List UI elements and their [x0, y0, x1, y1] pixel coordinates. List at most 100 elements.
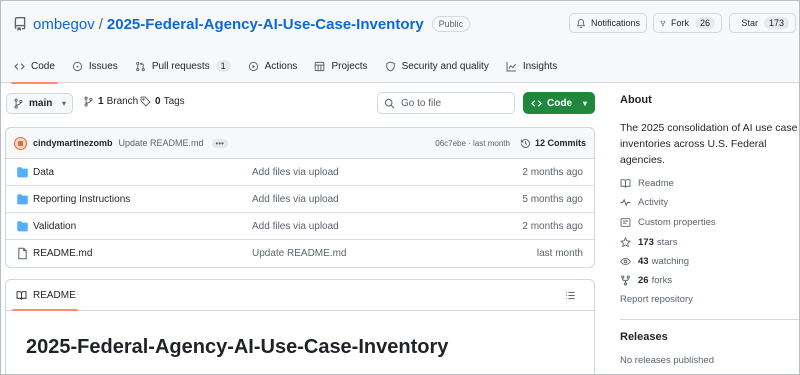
note-icon	[620, 218, 631, 227]
file-name[interactable]: README.md	[33, 248, 92, 259]
file-row-readme[interactable]: README.md Update README.md last month	[6, 240, 594, 267]
notifications-button[interactable]: Notifications	[569, 13, 647, 33]
graph-icon	[506, 61, 516, 71]
tab-insights-label: Insights	[522, 60, 558, 72]
readme-tab-underline	[12, 309, 78, 311]
fork-icon	[660, 20, 666, 26]
star-count: 173	[763, 17, 789, 29]
file-name[interactable]: Validation	[33, 221, 76, 232]
star-label: Star	[741, 18, 758, 28]
tab-actions[interactable]: Actions	[241, 49, 305, 83]
tab-code-label: Code	[31, 60, 55, 72]
go-to-file-search[interactable]	[377, 92, 515, 114]
bell-icon	[576, 18, 586, 28]
tab-pull-requests[interactable]: Pull requests 1	[128, 49, 238, 83]
file-date: 2 months ago	[522, 220, 583, 232]
tab-issues-label: Issues	[88, 60, 118, 72]
code-button[interactable]: Code ▾	[523, 92, 595, 114]
tab-security[interactable]: Security and quality	[378, 49, 496, 83]
file-name[interactable]: Data	[33, 167, 54, 178]
file-commit-message[interactable]: Update README.md	[252, 248, 346, 259]
readme-tab[interactable]: README	[6, 280, 594, 311]
file-commit-message[interactable]: Add files via upload	[252, 167, 339, 178]
folder-icon	[17, 166, 28, 177]
commit-author[interactable]: cindymartinezomb	[33, 138, 113, 148]
code-icon	[14, 62, 25, 70]
branches-link[interactable]: 1 Branch	[83, 96, 138, 107]
commit-expand-button[interactable]: •••	[211, 138, 228, 148]
commits-count: 12 Commits	[534, 138, 586, 148]
about-title: About	[620, 94, 652, 106]
custom-properties-link[interactable]: Custom properties	[620, 217, 716, 228]
fork-button[interactable]: Fork 26	[653, 13, 722, 33]
activity-link[interactable]: Activity	[620, 197, 668, 208]
repo-tabs: Code Issues Pull requests 1 Actions Proj…	[1, 49, 567, 84]
browser-frame: ombegov / 2025-Federal-Agency-AI-Use-Cas…	[0, 0, 800, 375]
tags-link[interactable]: 0 Tags	[140, 96, 185, 107]
chevron-down-icon: ▾	[61, 99, 66, 108]
file-commit-message[interactable]: Add files via upload	[252, 221, 339, 232]
eye-icon	[620, 257, 631, 266]
branch-selector[interactable]: main ▾	[6, 93, 73, 114]
commit-message[interactable]: Update README.md	[119, 138, 204, 148]
file-row-reporting-instructions[interactable]: Reporting Instructions Add files via upl…	[6, 186, 594, 213]
pulse-icon	[620, 198, 631, 207]
activity-link-label: Activity	[638, 197, 669, 208]
issue-icon	[72, 61, 83, 71]
fork-label: Fork	[670, 18, 689, 28]
report-repository-label: Report repository	[620, 294, 693, 305]
star-button[interactable]: Star 173	[729, 13, 796, 33]
fork-count: 26	[694, 17, 715, 29]
search-icon	[384, 98, 395, 108]
branches-label: Branch	[106, 96, 139, 107]
readme-tab-label: README	[33, 289, 76, 301]
outline-list-icon[interactable]	[565, 290, 576, 301]
forks-label: forks	[651, 275, 673, 286]
go-to-file-input[interactable]	[401, 97, 501, 109]
report-repository-link[interactable]: Report repository	[620, 294, 693, 305]
book-icon	[620, 179, 631, 188]
fork-icon	[621, 275, 630, 286]
tab-code[interactable]: Code	[7, 49, 62, 84]
file-row-validation[interactable]: Validation Add files via upload 2 months…	[6, 213, 594, 240]
latest-commit-row: cindymartinezomb Update README.md ••• 06…	[6, 128, 594, 159]
file-row-data[interactable]: Data Add files via upload 2 months ago	[6, 159, 594, 186]
avatar[interactable]	[14, 136, 27, 150]
tag-icon	[140, 96, 151, 107]
repo-name-link[interactable]: 2025-Federal-Agency-AI-Use-Case-Inventor…	[107, 16, 424, 33]
readme-link-label: Readme	[638, 178, 674, 189]
releases-subtitle: No releases published	[620, 355, 715, 366]
forks-link[interactable]: 26 forks	[620, 275, 672, 286]
tab-projects[interactable]: Projects	[307, 49, 374, 83]
forks-count: 26	[638, 275, 649, 286]
file-date: 5 months ago	[522, 193, 583, 205]
releases-title[interactable]: Releases	[620, 331, 668, 343]
watchers-link[interactable]: 43 watching	[620, 256, 689, 267]
tags-label: Tags	[163, 96, 185, 107]
tab-pull-requests-label: Pull requests	[151, 60, 210, 72]
file-commit-message[interactable]: Add files via upload	[252, 194, 339, 205]
repo-owner-link[interactable]: ombegov	[33, 16, 95, 33]
repo-icon	[14, 17, 26, 31]
shield-icon	[385, 61, 395, 71]
play-icon	[248, 61, 258, 71]
history-icon	[520, 138, 530, 148]
star-icon	[620, 237, 631, 248]
readme-heading: 2025-Federal-Agency-AI-Use-Case-Inventor…	[26, 336, 449, 358]
about-description: The 2025 consolidation of AI use case in…	[620, 122, 798, 166]
watching-count: 43	[638, 256, 649, 267]
folder-icon	[17, 220, 28, 231]
commits-history-link[interactable]: 12 Commits	[520, 138, 586, 149]
repo-header: ombegov / 2025-Federal-Agency-AI-Use-Cas…	[1, 1, 799, 84]
tab-issues[interactable]: Issues	[65, 49, 125, 83]
book-icon	[16, 290, 27, 300]
branch-name: main	[29, 98, 53, 109]
stars-link[interactable]: 173 stars	[620, 237, 677, 248]
readme-link[interactable]: Readme	[620, 178, 674, 189]
file-date: 2 months ago	[522, 166, 583, 178]
file-name[interactable]: Reporting Instructions	[33, 194, 130, 205]
code-icon	[531, 99, 542, 107]
commit-hash-time[interactable]: 06c7ebe · last month	[435, 139, 510, 148]
tab-insights[interactable]: Insights	[499, 49, 564, 83]
readme-panel: README 2025-Federal-Agency-AI-Use-Case-I…	[5, 279, 595, 374]
